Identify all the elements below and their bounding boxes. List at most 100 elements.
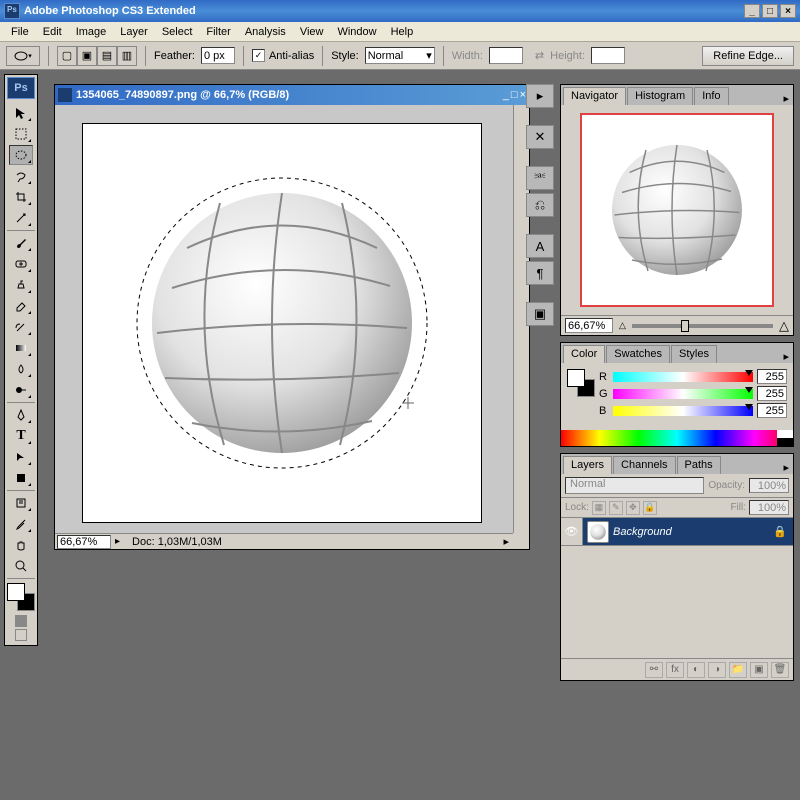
navigator-zoom-slider[interactable] [632,324,773,328]
tab-styles[interactable]: Styles [671,345,717,363]
history-brush-tool[interactable] [9,317,33,337]
menu-window[interactable]: Window [330,24,383,40]
zoom-input[interactable] [57,535,111,549]
navigator-zoom-input[interactable] [565,318,613,333]
menu-analysis[interactable]: Analysis [238,24,293,40]
delete-layer-icon[interactable]: 🗑 [771,662,789,678]
subtract-selection-button[interactable]: ▤ [97,46,117,66]
style-select[interactable]: Normal▾ [365,47,435,64]
color-ramp[interactable] [561,430,793,446]
elliptical-marquee-tool[interactable] [9,145,33,165]
tab-paths[interactable]: Paths [677,456,721,474]
horizontal-scrollbar[interactable]: ▸ Doc: 1,03M/1,03M ▸ [55,533,513,549]
navigator-proxy[interactable] [580,113,774,307]
layer-thumbnail[interactable] [587,521,609,543]
fill-input[interactable] [749,500,789,515]
menu-layer[interactable]: Layer [113,24,155,40]
panel-menu-icon[interactable]: ▸ [779,461,793,474]
layer-fx-icon[interactable]: fx [666,662,684,678]
tab-color[interactable]: Color [563,345,605,363]
new-group-icon[interactable]: 📁 [729,662,747,678]
new-layer-icon[interactable]: ▣ [750,662,768,678]
dock-button-1[interactable]: ▸ [526,84,554,108]
add-selection-button[interactable]: ▣ [77,46,97,66]
doc-minimize-button[interactable]: _ [503,89,509,101]
b-value-input[interactable] [757,403,787,418]
eraser-tool[interactable] [9,296,33,316]
layer-mask-icon[interactable]: ◐ [687,662,705,678]
intersect-selection-button[interactable]: ▥ [117,46,137,66]
clone-stamp-tool[interactable] [9,275,33,295]
opacity-input[interactable] [749,478,789,493]
lock-all-icon[interactable]: 🔒 [643,501,657,515]
dock-button-4[interactable]: ⎌ [526,193,554,217]
hand-tool[interactable] [9,535,33,555]
tab-layers[interactable]: Layers [563,456,612,474]
move-tool[interactable] [9,103,33,123]
lock-image-icon[interactable]: ✎ [609,501,623,515]
menu-select[interactable]: Select [155,24,200,40]
tool-preset-picker[interactable]: ▾ [6,46,40,66]
layer-visibility-icon[interactable]: 👁 [561,518,583,545]
r-value-input[interactable] [757,369,787,384]
tab-channels[interactable]: Channels [613,456,675,474]
dock-button-3[interactable]: ⎃ [526,166,554,190]
crop-tool[interactable] [9,187,33,207]
screenmode-button[interactable] [15,629,27,641]
canvas[interactable] [82,123,482,523]
g-slider[interactable] [613,389,753,399]
dock-button-7[interactable]: ▣ [526,302,554,326]
tab-swatches[interactable]: Swatches [606,345,670,363]
brush-tool[interactable] [9,233,33,253]
lock-position-icon[interactable]: ✥ [626,501,640,515]
shape-tool[interactable] [9,468,33,488]
blend-mode-select[interactable]: Normal [565,477,704,494]
new-selection-button[interactable]: ▢ [57,46,77,66]
menu-help[interactable]: Help [384,24,421,40]
dodge-tool[interactable] [9,380,33,400]
type-tool[interactable]: T [9,426,33,446]
menu-view[interactable]: View [293,24,331,40]
quickmask-button[interactable] [15,615,27,627]
link-layers-icon[interactable]: ⚯ [645,662,663,678]
panel-menu-icon[interactable]: ▸ [779,92,793,105]
menu-filter[interactable]: Filter [199,24,237,40]
menu-file[interactable]: File [4,24,36,40]
lock-transparent-icon[interactable]: ▦ [592,501,606,515]
healing-tool[interactable] [9,254,33,274]
tab-navigator[interactable]: Navigator [563,87,626,105]
panel-menu-icon[interactable]: ▸ [779,350,793,363]
tab-info[interactable]: Info [694,87,728,105]
close-button[interactable]: × [780,4,796,18]
zoom-out-icon[interactable]: △ [619,320,626,331]
r-slider[interactable] [613,372,753,382]
dock-button-5[interactable]: A [526,234,554,258]
color-swatches[interactable] [7,583,35,611]
foreground-color[interactable] [7,583,25,601]
maximize-button[interactable]: □ [762,4,778,18]
lasso-tool[interactable] [9,166,33,186]
tab-histogram[interactable]: Histogram [627,87,693,105]
layer-name[interactable]: Background [613,526,767,538]
slice-tool[interactable] [9,208,33,228]
adjustment-layer-icon[interactable]: ◑ [708,662,726,678]
dock-button-2[interactable]: ✕ [526,125,554,149]
path-selection-tool[interactable] [9,447,33,467]
rect-marquee-tool[interactable] [9,124,33,144]
g-value-input[interactable] [757,386,787,401]
feather-input[interactable] [201,47,235,64]
color-fg-bg-picker[interactable] [567,369,595,397]
refine-edge-button[interactable]: Refine Edge... [702,46,794,66]
menu-edit[interactable]: Edit [36,24,69,40]
zoom-tool[interactable] [9,556,33,576]
eyedropper-tool[interactable] [9,514,33,534]
minimize-button[interactable]: _ [744,4,760,18]
zoom-in-icon[interactable]: △ [779,318,789,334]
blur-tool[interactable] [9,359,33,379]
antialias-checkbox[interactable]: ✓ [252,49,265,62]
menu-image[interactable]: Image [69,24,114,40]
dock-button-6[interactable]: ¶ [526,261,554,285]
pen-tool[interactable] [9,405,33,425]
notes-tool[interactable] [9,493,33,513]
gradient-tool[interactable] [9,338,33,358]
